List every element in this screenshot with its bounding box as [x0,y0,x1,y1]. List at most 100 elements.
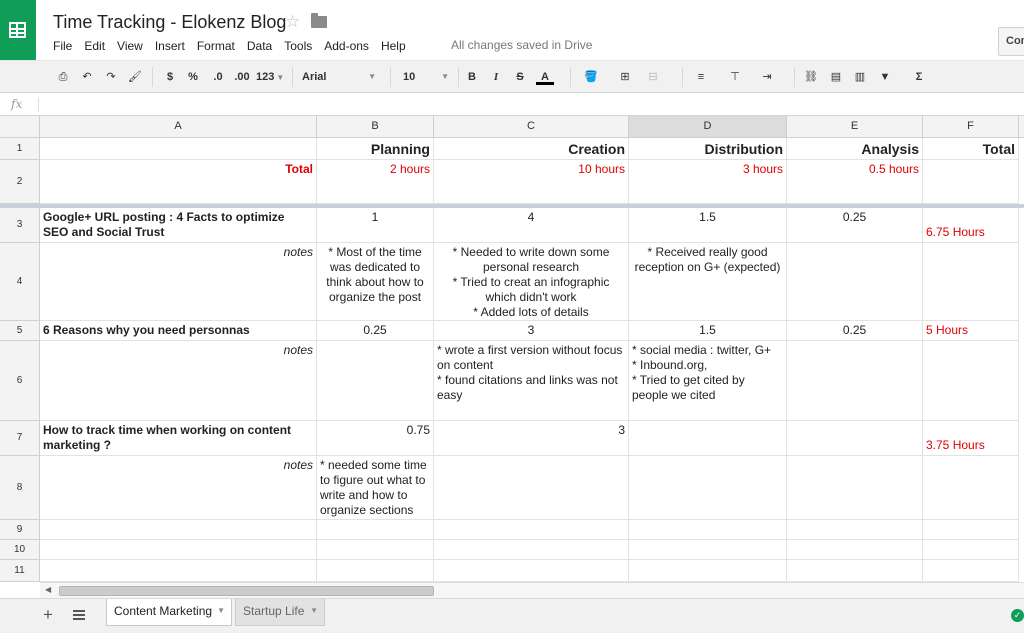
menu-insert[interactable]: Insert [155,39,185,53]
column-header-b[interactable]: B [317,116,434,138]
cell-f2[interactable] [923,160,1019,204]
row-header[interactable]: 11 [0,560,40,582]
column-header-g[interactable] [1019,116,1024,138]
insert-link-icon[interactable]: ⛓ [802,69,820,85]
cell-a5[interactable]: 6 Reasons why you need personnas [40,321,317,341]
insert-comment-icon[interactable]: ▤ [828,69,844,85]
insert-chart-icon[interactable]: ▥ [852,69,868,85]
undo-icon[interactable]: ↶ [80,69,94,85]
cell-d4[interactable]: * Received really good reception on G+ (… [629,243,787,321]
document-title[interactable]: Time Tracking - Elokenz Blog [53,12,286,33]
cell-d9[interactable] [629,520,787,540]
cell-a2[interactable]: Total [40,160,317,204]
cell-e8[interactable] [787,456,923,520]
print-icon[interactable]: ⎙ [56,69,70,85]
menu-addons[interactable]: Add-ons [324,39,369,53]
cell-e10[interactable] [787,540,923,560]
cell-e1[interactable]: Analysis [787,138,923,160]
cell-f6[interactable] [923,341,1019,421]
cell-d2[interactable]: 3 hours [629,160,787,204]
all-sheets-menu-icon[interactable] [73,610,85,620]
functions-button[interactable]: Σ [910,69,928,85]
comments-button[interactable]: Comments [998,27,1024,56]
cell-a9[interactable] [40,520,317,540]
menu-format[interactable]: Format [197,39,235,53]
text-color-button[interactable]: A [536,69,554,85]
cell-a7[interactable]: How to track time when working on conten… [40,421,317,456]
fill-color-icon[interactable]: 🪣 [580,69,602,85]
cell-c9[interactable] [434,520,629,540]
cell-c4[interactable]: * Needed to write down some personal res… [434,243,629,321]
cell-c2[interactable]: 10 hours [434,160,629,204]
row-header[interactable]: 10 [0,540,40,560]
cell-b11[interactable] [317,560,434,582]
font-size-dropdown[interactable]: 10 ▼ [403,69,451,85]
cell-e5[interactable]: 0.25 [787,321,923,341]
add-sheet-button[interactable]: + [43,605,53,625]
cell-a11[interactable] [40,560,317,582]
cell-b9[interactable] [317,520,434,540]
column-header-c[interactable]: C [434,116,629,138]
menu-tools[interactable]: Tools [284,39,312,53]
borders-icon[interactable]: ⊞ [614,69,636,85]
menu-file[interactable]: File [53,39,72,53]
cell-d8[interactable] [629,456,787,520]
cell-b8[interactable]: * needed some time to figure out what to… [317,456,434,520]
cell-b7[interactable]: 0.75 [317,421,434,456]
cell-b6[interactable] [317,341,434,421]
cell-c8[interactable] [434,456,629,520]
column-header-f[interactable]: F [923,116,1019,138]
row-header[interactable]: 7 [0,421,40,456]
cell-c3[interactable]: 4 [434,208,629,243]
cell-e2[interactable]: 0.5 hours [787,160,923,204]
cell-d6[interactable]: * social media : twitter, G+ * Inbound.o… [629,341,787,421]
italic-button[interactable]: I [490,69,502,85]
cell-d5[interactable]: 1.5 [629,321,787,341]
cell-a1[interactable] [40,138,317,160]
cell-f7[interactable]: 3.75 Hours [923,421,1019,456]
row-header[interactable]: 3 [0,208,40,243]
select-all-corner[interactable] [0,116,40,138]
increase-decimals-button[interactable]: .00 [232,69,252,85]
cell-c6[interactable]: * wrote a first version without focus on… [434,341,629,421]
cell-a10[interactable] [40,540,317,560]
cell-b5[interactable]: 0.25 [317,321,434,341]
menu-edit[interactable]: Edit [84,39,105,53]
redo-icon[interactable]: ↷ [104,69,118,85]
horizontal-align-icon[interactable]: ≡ [692,69,710,85]
cell-d3[interactable]: 1.5 [629,208,787,243]
cell-c5[interactable]: 3 [434,321,629,341]
chevron-down-icon[interactable]: ▼ [310,599,318,623]
folder-icon[interactable] [311,13,327,28]
cell-f9[interactable] [923,520,1019,540]
cell-a3[interactable]: Google+ URL posting : 4 Facts to optimiz… [40,208,317,243]
cell-f11[interactable] [923,560,1019,582]
chevron-down-icon[interactable]: ▼ [217,599,225,623]
cell-d7[interactable] [629,421,787,456]
cell-b1[interactable]: Planning [317,138,434,160]
cell-e3[interactable]: 0.25 [787,208,923,243]
sheets-logo-icon[interactable] [0,0,36,60]
strikethrough-button[interactable]: S [514,69,526,85]
sheet-tab-content-marketing[interactable]: Content Marketing ▼ [106,599,232,626]
cell-b3[interactable]: 1 [317,208,434,243]
column-header-e[interactable]: E [787,116,923,138]
cell-f10[interactable] [923,540,1019,560]
cell-d10[interactable] [629,540,787,560]
cell-e6[interactable] [787,341,923,421]
menu-help[interactable]: Help [381,39,406,53]
cell-f1[interactable]: Total [923,138,1019,160]
cell-a6[interactable]: notes [40,341,317,421]
cell-a4[interactable]: notes [40,243,317,321]
more-formats-dropdown[interactable]: 123 ▼ [256,69,286,85]
filter-icon[interactable]: ▼ [876,69,894,85]
merge-cells-icon[interactable]: ⊟ [642,69,664,85]
currency-format-button[interactable]: $ [164,69,176,85]
paint-format-icon[interactable]: 🖌 [128,69,142,85]
cell-d1[interactable]: Distribution [629,138,787,160]
cell-e9[interactable] [787,520,923,540]
cell-e11[interactable] [787,560,923,582]
cell-d11[interactable] [629,560,787,582]
bold-button[interactable]: B [466,69,478,85]
scrollbar-thumb[interactable] [59,586,434,596]
